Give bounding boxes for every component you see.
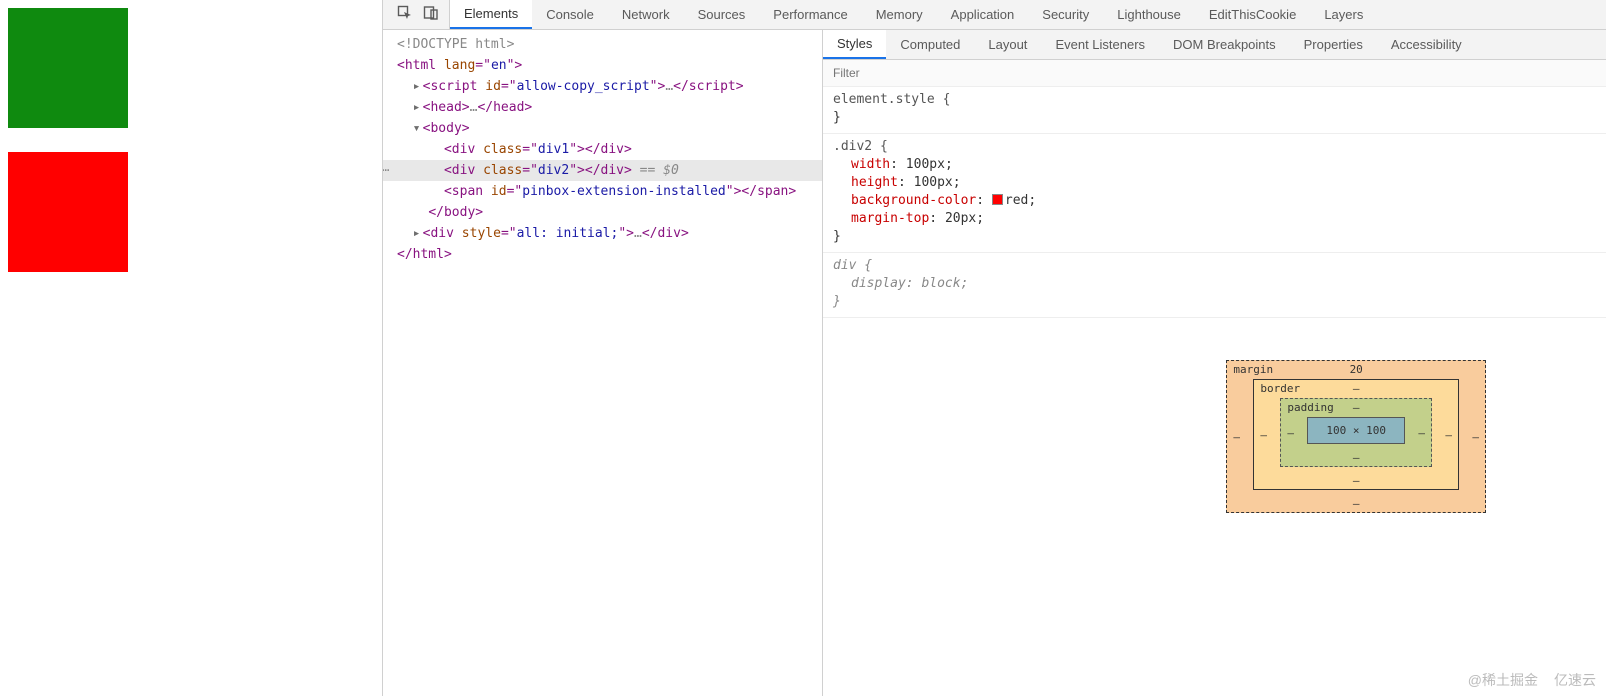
tab-performance[interactable]: Performance bbox=[759, 0, 861, 29]
tab-event-listeners[interactable]: Event Listeners bbox=[1041, 30, 1159, 59]
box-model-border[interactable]: border – – – – padding – – – – 10 bbox=[1253, 379, 1459, 490]
dom-line[interactable]: ▸<script id="allow-copy_script">…</scrip… bbox=[383, 76, 822, 97]
style-rule-element[interactable]: element.style { } bbox=[823, 87, 1606, 134]
preview-div2 bbox=[8, 152, 128, 272]
styles-sidebar: Styles Computed Layout Event Listeners D… bbox=[823, 30, 1606, 696]
dom-line[interactable]: <span id="pinbox-extension-installed"></… bbox=[383, 181, 822, 202]
tab-editthiscookie[interactable]: EditThisCookie bbox=[1195, 0, 1310, 29]
styles-body: element.style { } .div2 { width: 100px; … bbox=[823, 87, 1606, 696]
tab-properties[interactable]: Properties bbox=[1290, 30, 1377, 59]
tab-accessibility[interactable]: Accessibility bbox=[1377, 30, 1476, 59]
tab-memory[interactable]: Memory bbox=[862, 0, 937, 29]
watermark-text: @稀土掘金 bbox=[1468, 670, 1538, 690]
dom-line[interactable]: </body> bbox=[383, 202, 822, 223]
bm-border-label: border bbox=[1260, 382, 1300, 395]
tab-security[interactable]: Security bbox=[1028, 0, 1103, 29]
box-model-content[interactable]: 100 × 100 bbox=[1307, 417, 1405, 444]
tab-application[interactable]: Application bbox=[937, 0, 1029, 29]
dom-line[interactable]: ▾<body> bbox=[383, 118, 822, 139]
tab-sources[interactable]: Sources bbox=[684, 0, 760, 29]
device-toggle-icon[interactable] bbox=[419, 3, 443, 26]
tab-lighthouse[interactable]: Lighthouse bbox=[1103, 0, 1195, 29]
bm-margin-top: 20 bbox=[1350, 363, 1363, 376]
style-rule-div2[interactable]: .div2 { width: 100px; height: 100px; bac… bbox=[823, 134, 1606, 253]
tab-network[interactable]: Network bbox=[608, 0, 684, 29]
box-model-padding[interactable]: padding – – – – 100 × 100 bbox=[1280, 398, 1432, 467]
dom-tree[interactable]: <!DOCTYPE html> <html lang="en"> ▸<scrip… bbox=[383, 30, 823, 696]
dom-line[interactable]: <div class="div1"></div> bbox=[383, 139, 822, 160]
tab-styles[interactable]: Styles bbox=[823, 30, 886, 59]
bm-padding-label: padding bbox=[1287, 401, 1333, 414]
dom-line-selected[interactable]: <div class="div2"></div> == $0 bbox=[383, 160, 822, 181]
dom-line[interactable]: <html lang="en"> bbox=[383, 55, 822, 76]
filter-bar bbox=[823, 60, 1606, 87]
box-model-margin[interactable]: margin 20 – – – border – – – – padding bbox=[1226, 360, 1486, 513]
style-rule-ua-div[interactable]: div { display: block; } bbox=[823, 253, 1606, 318]
bm-margin-label: margin bbox=[1233, 363, 1273, 376]
dom-line[interactable]: <!DOCTYPE html> bbox=[383, 34, 822, 55]
main-tab-bar: Elements Console Network Sources Perform… bbox=[383, 0, 1606, 30]
devtools: Elements Console Network Sources Perform… bbox=[382, 0, 1606, 696]
tab-computed[interactable]: Computed bbox=[886, 30, 974, 59]
color-swatch-icon[interactable] bbox=[992, 194, 1003, 205]
watermarks: @稀土掘金 亿速云 bbox=[1468, 670, 1596, 690]
box-model: margin 20 – – – border – – – – padding bbox=[1226, 360, 1486, 513]
dom-line[interactable]: ▸<div style="all: initial;">…</div> bbox=[383, 223, 822, 244]
tab-dom-breakpoints[interactable]: DOM Breakpoints bbox=[1159, 30, 1290, 59]
tab-layout[interactable]: Layout bbox=[974, 30, 1041, 59]
side-tab-bar: Styles Computed Layout Event Listeners D… bbox=[823, 30, 1606, 60]
preview-div1 bbox=[8, 8, 128, 128]
tab-layers[interactable]: Layers bbox=[1310, 0, 1377, 29]
watermark-text: 亿速云 bbox=[1554, 670, 1596, 690]
tab-elements[interactable]: Elements bbox=[450, 0, 532, 29]
dom-line[interactable]: ▸<head>…</head> bbox=[383, 97, 822, 118]
styles-filter-input[interactable] bbox=[823, 60, 1606, 86]
tab-console[interactable]: Console bbox=[532, 0, 608, 29]
inspect-icon[interactable] bbox=[393, 3, 417, 26]
page-preview bbox=[0, 0, 382, 696]
dom-line[interactable]: </html> bbox=[383, 244, 822, 265]
